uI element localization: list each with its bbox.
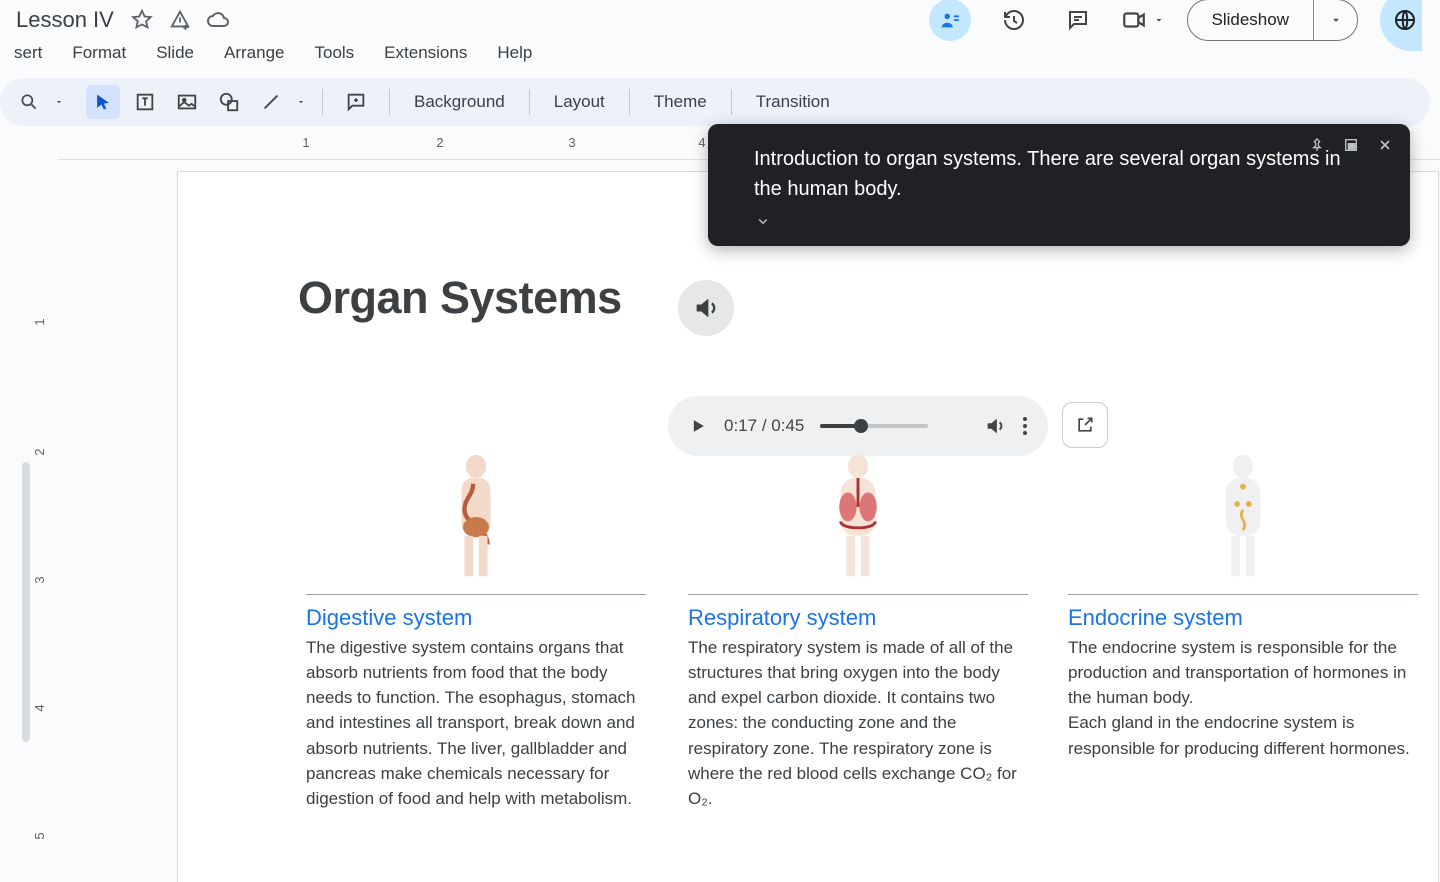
pin-icon[interactable]: [1306, 134, 1328, 156]
select-tool[interactable]: [86, 85, 120, 119]
audio-popout-button[interactable]: [1062, 402, 1108, 448]
slide-title[interactable]: Organ Systems: [298, 272, 622, 324]
more-vert-icon: [1022, 416, 1028, 436]
close-icon[interactable]: [1374, 134, 1396, 156]
digestive-image: [306, 452, 646, 582]
comment-tool[interactable]: [339, 85, 373, 119]
ruler-mark: 3: [568, 135, 575, 150]
document-title[interactable]: Lesson IV: [10, 4, 120, 36]
caption-controls: [1306, 134, 1396, 156]
audio-seek[interactable]: [820, 424, 928, 428]
vertical-ruler: 1 2 3 4 5: [0, 132, 58, 882]
ruler-mark: 1: [302, 135, 309, 150]
col3-heading: Endocrine system: [1068, 605, 1418, 631]
column-endocrine[interactable]: Endocrine system The endocrine system is…: [1068, 452, 1418, 761]
column-digestive[interactable]: Digestive system The digestive system co…: [306, 452, 646, 811]
col1-body: The digestive system contains organs tha…: [306, 635, 646, 811]
audio-more-button[interactable]: [1022, 416, 1028, 436]
separator: [731, 89, 732, 115]
move-icon[interactable]: [168, 8, 192, 32]
chevron-down-icon: [754, 212, 772, 230]
present-to-others-button[interactable]: [929, 0, 971, 41]
title-bar: Lesson IV Slideshow: [0, 0, 1440, 38]
comments-icon[interactable]: [1057, 0, 1099, 41]
slide[interactable]: Organ Systems 0:17 / 0:45: [178, 172, 1438, 882]
play-button[interactable]: [688, 416, 708, 436]
volume-icon: [692, 294, 720, 322]
star-icon[interactable]: [130, 8, 154, 32]
respiratory-image: [688, 452, 1028, 582]
cloud-saved-icon[interactable]: [206, 8, 230, 32]
menu-format[interactable]: Format: [68, 41, 130, 65]
chevron-down-icon: [1329, 13, 1343, 27]
zoom-tool[interactable]: [12, 85, 46, 119]
slideshow-dropdown[interactable]: [1313, 0, 1357, 40]
audio-player: 0:17 / 0:45: [668, 396, 1048, 456]
title-icons: [130, 8, 230, 32]
ruler-mark: 2: [32, 448, 47, 455]
ruler-mark: 2: [436, 135, 443, 150]
volume-icon: [984, 415, 1006, 437]
separator: [389, 89, 390, 115]
background-button[interactable]: Background: [406, 88, 513, 116]
caption-expand[interactable]: [754, 212, 1356, 230]
layout-button[interactable]: Layout: [546, 88, 613, 116]
title-bar-right: Slideshow: [929, 0, 1431, 51]
scroll-thumb[interactable]: [22, 462, 30, 742]
captions-panel[interactable]: Introduction to organ systems. There are…: [708, 124, 1410, 246]
ruler-mark: 3: [32, 576, 47, 583]
audio-chip[interactable]: [678, 280, 734, 336]
slideshow-label[interactable]: Slideshow: [1188, 0, 1314, 40]
col2-body: The respiratory system is made of all of…: [688, 635, 1028, 811]
separator: [322, 89, 323, 115]
record-video-button[interactable]: [1121, 7, 1165, 33]
image-tool[interactable]: [170, 85, 204, 119]
caption-text: Introduction to organ systems. There are…: [754, 144, 1356, 204]
menu-extensions[interactable]: Extensions: [380, 41, 471, 65]
separator: [629, 89, 630, 115]
chevron-down-icon[interactable]: [1153, 14, 1165, 26]
separator: [529, 89, 530, 115]
ruler-mark: 1: [32, 318, 47, 325]
col3-body: The endocrine system is responsible for …: [1068, 635, 1418, 761]
play-icon: [688, 416, 708, 436]
audio-time: 0:17 / 0:45: [724, 416, 804, 436]
col1-heading: Digestive system: [306, 605, 646, 631]
col2-heading: Respiratory system: [688, 605, 1028, 631]
chevron-down-icon[interactable]: [296, 97, 306, 107]
ruler-mark: 5: [32, 832, 47, 839]
menu-insert[interactable]: sert: [10, 41, 46, 65]
theme-button[interactable]: Theme: [646, 88, 715, 116]
menu-slide[interactable]: Slide: [152, 41, 198, 65]
ruler-mark: 4: [698, 135, 705, 150]
expand-window-icon[interactable]: [1340, 134, 1362, 156]
toolbar: Background Layout Theme Transition: [0, 78, 1430, 126]
menu-tools[interactable]: Tools: [310, 41, 358, 65]
history-icon[interactable]: [993, 0, 1035, 41]
menu-arrange[interactable]: Arrange: [220, 41, 288, 65]
shape-tool[interactable]: [212, 85, 246, 119]
transition-button[interactable]: Transition: [748, 88, 838, 116]
open-external-icon: [1075, 415, 1095, 435]
column-respiratory[interactable]: Respiratory system The respiratory syste…: [688, 452, 1028, 811]
menu-help[interactable]: Help: [493, 41, 536, 65]
textbox-tool[interactable]: [128, 85, 162, 119]
ruler-mark: 4: [32, 704, 47, 711]
chevron-down-icon[interactable]: [54, 97, 64, 107]
share-globe-button[interactable]: [1380, 0, 1422, 51]
audio-volume-button[interactable]: [984, 415, 1006, 437]
slideshow-button[interactable]: Slideshow: [1187, 0, 1359, 41]
endocrine-image: [1068, 452, 1418, 582]
line-tool[interactable]: [254, 85, 288, 119]
